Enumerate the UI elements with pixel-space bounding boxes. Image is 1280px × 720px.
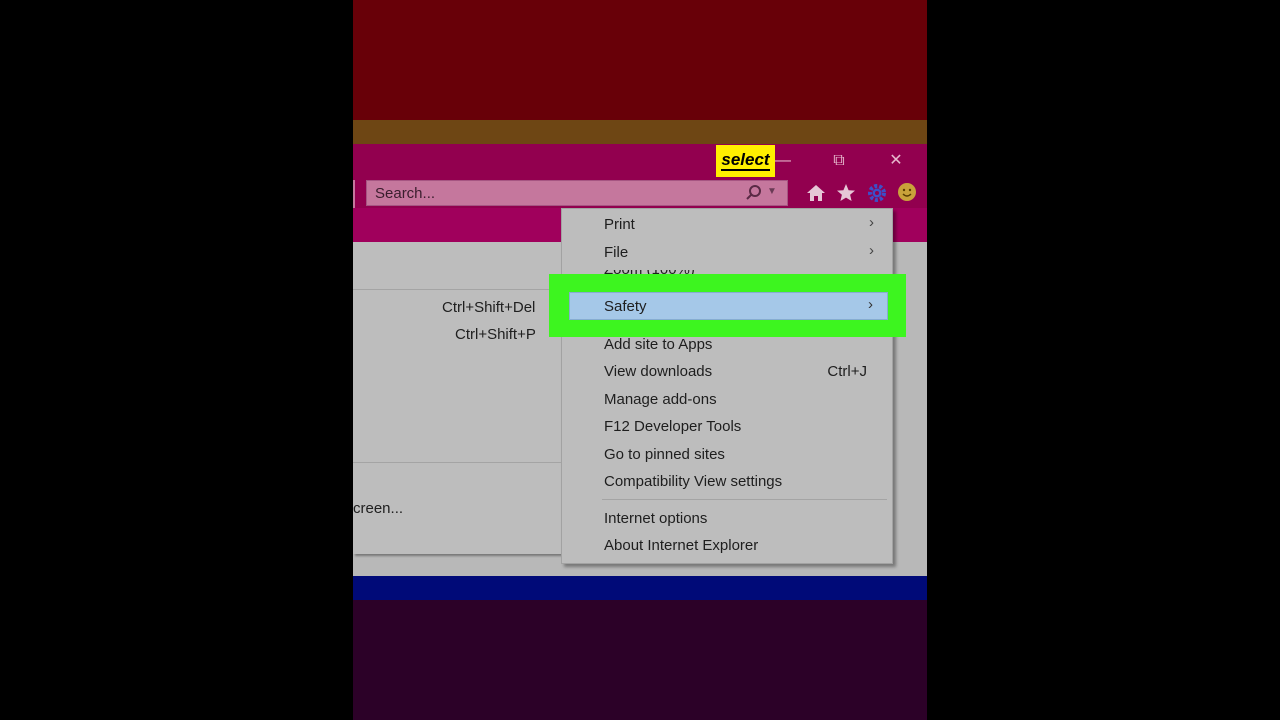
video-frame: — ⧉ ✕ select Search... ▼ Ctrl+Shift+Del …	[353, 0, 927, 720]
menu-item-label: Compatibility View settings	[604, 473, 783, 490]
restore-button[interactable]: ⧉	[824, 148, 854, 174]
menu-separator	[353, 289, 563, 290]
menu-separator	[353, 462, 563, 463]
chevron-down-icon[interactable]: ▼	[767, 186, 777, 197]
menu-item-label: View downloads	[604, 363, 713, 380]
gear-icon[interactable]	[864, 180, 890, 206]
menu-item-shortcut: Ctrl+J	[827, 363, 867, 380]
menu-item-label: Safety	[604, 298, 647, 315]
chevron-right-icon: ›	[869, 242, 874, 259]
menu-item-view-downloads[interactable]: View downloads Ctrl+J	[562, 359, 892, 386]
menu-item-label: Go to pinned sites	[604, 446, 725, 463]
menu-item-pinned-sites[interactable]: Go to pinned sites	[562, 442, 892, 469]
chevron-right-icon: ›	[869, 214, 874, 231]
menu-item-label: F12 Developer Tools	[604, 418, 742, 435]
address-bar-edge[interactable]	[353, 180, 355, 208]
inprivate-shortcut[interactable]: Ctrl+Shift+P	[455, 326, 536, 343]
menu-item-label: Print	[604, 216, 635, 233]
menu-item-developer-tools[interactable]: F12 Developer Tools	[562, 414, 892, 441]
left-context-menu: Ctrl+Shift+Del Ctrl+Shift+P creen...	[353, 242, 565, 554]
menu-separator	[602, 499, 887, 500]
menu-item-label: File	[604, 244, 629, 261]
left-menu-item-screen[interactable]: creen...	[353, 500, 403, 517]
search-input[interactable]: Search... ▼	[366, 180, 788, 206]
smiley-icon[interactable]	[894, 180, 920, 206]
menu-item-label: Manage add-ons	[604, 391, 717, 408]
menu-item-print[interactable]: Print ›	[562, 212, 892, 239]
search-icon[interactable]	[745, 184, 763, 202]
star-icon[interactable]	[833, 180, 859, 206]
search-placeholder: Search...	[375, 185, 436, 202]
menu-item-label: About Internet Explorer	[604, 537, 759, 554]
menu-item-label: Internet options	[604, 510, 708, 527]
tools-menu: Print › File › Zoom (100%) Add site to A…	[561, 208, 893, 564]
bottom-color-band	[353, 600, 927, 720]
menu-item-compatibility-view[interactable]: Compatibility View settings	[562, 469, 892, 496]
chevron-right-icon: ›	[868, 296, 873, 313]
close-button[interactable]: ✕	[881, 148, 911, 174]
home-icon[interactable]	[803, 180, 829, 206]
top-color-band	[353, 0, 927, 120]
menu-item-manage-addons[interactable]: Manage add-ons	[562, 387, 892, 414]
menu-item-internet-options[interactable]: Internet options	[562, 506, 892, 533]
brown-color-band	[353, 120, 927, 144]
menu-item-safety[interactable]: Safety ›	[569, 292, 888, 320]
delete-history-shortcut[interactable]: Ctrl+Shift+Del	[442, 299, 535, 316]
blue-color-band	[353, 576, 927, 600]
select-annotation-badge: select	[716, 145, 775, 177]
select-annotation-text: select	[721, 150, 770, 171]
menu-item-about-ie[interactable]: About Internet Explorer	[562, 533, 892, 560]
menu-item-label: Add site to Apps	[604, 336, 713, 353]
menu-item-file[interactable]: File ›	[562, 240, 892, 267]
